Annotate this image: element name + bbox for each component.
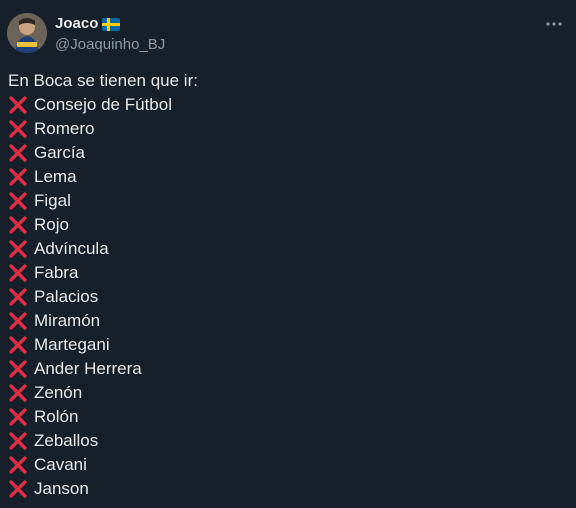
list-item: Zeballos: [8, 429, 563, 453]
list-item-label: Advíncula: [34, 239, 109, 258]
cross-mark-icon: [8, 215, 28, 235]
list-item: Martegani: [8, 333, 563, 357]
cross-mark-icon: [8, 239, 28, 259]
list-item-label: Miramón: [34, 311, 101, 330]
list-item: Rolón: [8, 405, 563, 429]
sweden-flag-icon: [102, 17, 121, 31]
avatar-image: [7, 13, 47, 53]
list-item: Rojo: [8, 213, 563, 237]
list-item: Advíncula: [8, 237, 563, 261]
list-item: Zenón: [8, 381, 563, 405]
user-handle[interactable]: @Joaquinho_BJ: [55, 35, 165, 55]
list-item: Palacios: [8, 285, 563, 309]
cross-mark-icon: [8, 383, 28, 403]
list-item-label: García: [34, 143, 86, 162]
cross-mark-icon: [8, 479, 28, 499]
list-item-label: Zeballos: [34, 431, 99, 450]
more-options-icon[interactable]: [544, 14, 564, 34]
list-item: Miramón: [8, 309, 563, 333]
list-item-label: Rolón: [34, 407, 79, 426]
cross-mark-icon: [8, 407, 28, 427]
list-item: Cavani: [8, 453, 563, 477]
cross-mark-icon: [8, 95, 28, 115]
list-item-label: Lema: [34, 167, 77, 186]
cross-mark-icon: [8, 191, 28, 211]
cross-mark-icon: [8, 263, 28, 283]
list-item-label: Consejo de Fútbol: [34, 95, 172, 114]
cross-mark-icon: [8, 287, 28, 307]
list-item: Romero: [8, 117, 563, 141]
cross-mark-icon: [8, 119, 28, 139]
cross-mark-icon: [8, 455, 28, 475]
display-name[interactable]: Joaco: [55, 14, 98, 34]
list-item-label: Rojo: [34, 215, 69, 234]
list-item: Ander Herrera: [8, 357, 563, 381]
cross-mark-icon: [8, 311, 28, 331]
tweet-text: En Boca se tienen que ir: Consejo de Fút…: [8, 69, 563, 501]
list-item-label: Fabra: [34, 263, 79, 282]
author-header: Joaco @Joaquinho_BJ: [55, 14, 165, 55]
list-item: Janson: [8, 477, 563, 501]
tweet: Joaco @Joaquinho_BJ En Boca se tienen qu…: [0, 0, 576, 508]
name-list: Consejo de Fútbol Romero García Lema Figal Ro…: [8, 93, 563, 501]
list-item-label: Romero: [34, 119, 95, 138]
cross-mark-icon: [8, 335, 28, 355]
list-item-label: Cavani: [34, 455, 87, 474]
list-item-label: Figal: [34, 191, 71, 210]
name-row: Joaco: [55, 14, 165, 34]
list-item: García: [8, 141, 563, 165]
cross-mark-icon: [8, 431, 28, 451]
list-item-label: Zenón: [34, 383, 83, 402]
cross-mark-icon: [8, 167, 28, 187]
tweet-intro: En Boca se tienen que ir:: [8, 71, 198, 90]
list-item: Fabra: [8, 261, 563, 285]
list-item: Figal: [8, 189, 563, 213]
list-item-label: Martegani: [34, 335, 110, 354]
list-item: Lema: [8, 165, 563, 189]
list-item: Consejo de Fútbol: [8, 93, 563, 117]
avatar[interactable]: [7, 13, 47, 53]
list-item-label: Ander Herrera: [34, 359, 142, 378]
list-item-label: Palacios: [34, 287, 99, 306]
cross-mark-icon: [8, 359, 28, 379]
list-item-label: Janson: [34, 479, 89, 498]
cross-mark-icon: [8, 143, 28, 163]
